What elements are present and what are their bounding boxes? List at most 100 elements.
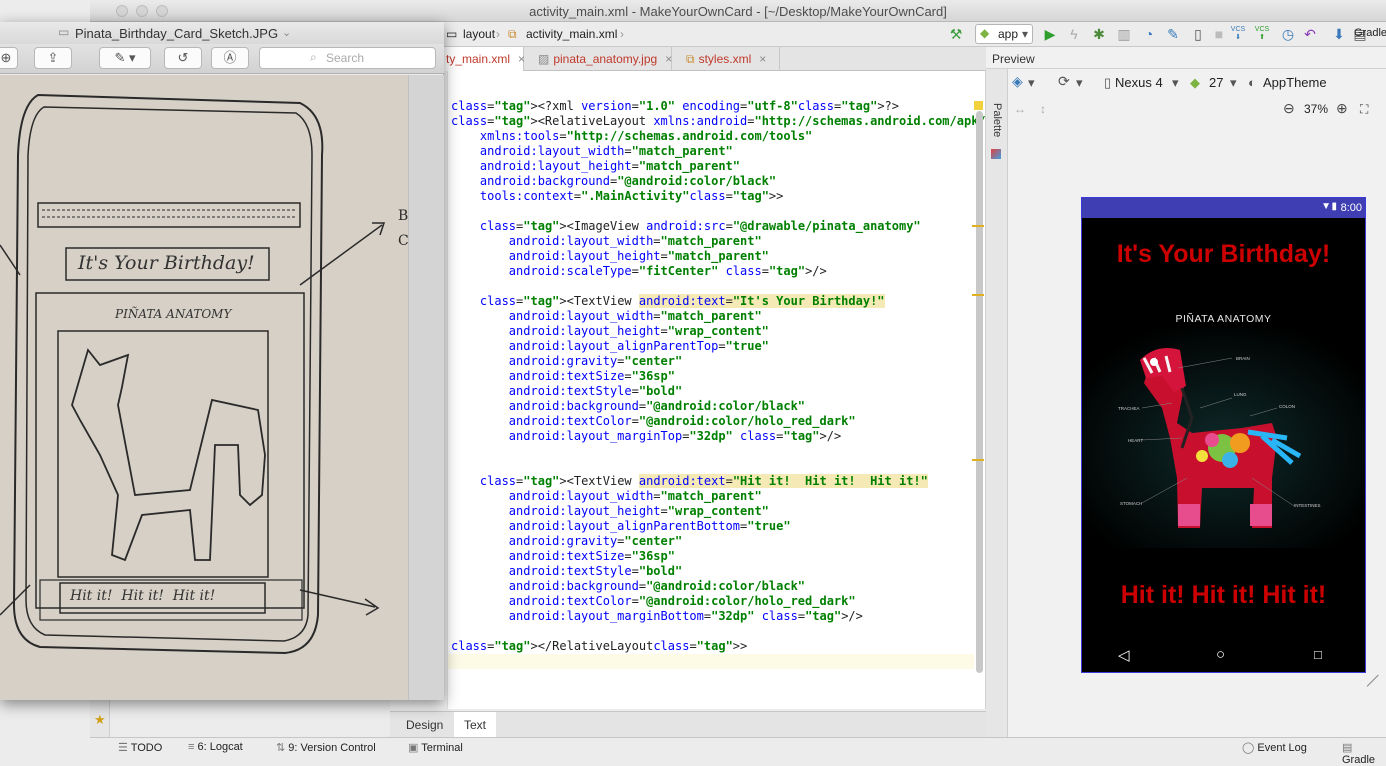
pinata-anatomy-image[interactable] [1082, 328, 1365, 548]
chevron-down-icon[interactable]: ⌄ [282, 26, 291, 39]
revert-icon[interactable]: ↶ [1302, 26, 1318, 42]
tab-design[interactable]: Design [396, 712, 453, 737]
apply-changes-icon[interactable]: ϟ [1066, 26, 1082, 42]
debug-icon[interactable]: ✱ [1091, 26, 1107, 42]
coverage-icon[interactable]: ▥ [1116, 26, 1132, 42]
home-icon[interactable]: ○ [1216, 646, 1225, 663]
tab-text[interactable]: Text [454, 712, 497, 737]
image-viewer-window: ▭ Pinata_Birthday_Card_Sketch.JPG ⌄ ⊕ ⇪ … [0, 22, 444, 700]
image-viewer-title: Pinata_Birthday_Card_Sketch.JPG [75, 26, 279, 41]
event-log-icon: ◯ [1242, 742, 1258, 754]
markup-button[interactable]: ✎ ▾ [99, 47, 151, 69]
sketch-photo[interactable]: B C It's Your Birthday! PIÑATA ANATOMY H… [0, 75, 408, 700]
warning-marker[interactable] [972, 459, 984, 461]
pinata-label-trachea: TRACHEA [1118, 406, 1140, 411]
profiler-icon[interactable]: ◔ [1141, 26, 1157, 42]
stop-square-icon[interactable]: ■ [1211, 26, 1227, 42]
palette-icon [991, 149, 1001, 159]
android-api-icon: ◆ [1190, 75, 1200, 90]
version-control-tool-button[interactable]: ⇅ 9: Version Control [276, 741, 376, 754]
chevron-down-icon: ▾ [1021, 27, 1028, 41]
tool-window-bar: ☰ TODO ≡ 6: Logcat ⇅ 9: Version Control … [90, 737, 1386, 766]
editor-tab-bar: ty_main.xml × ▨ pinata_anatomy.jpg × ⧉ style… [390, 47, 986, 71]
build-hammer-icon[interactable]: ⚒ [948, 26, 964, 42]
zoom-in-button[interactable]: ⊕ [0, 47, 18, 69]
todo-tool-button[interactable]: ☰ TODO [118, 741, 162, 754]
terminal-tool-button[interactable]: ▣ Terminal [408, 741, 463, 754]
chevron-down-icon: ▾ [1076, 75, 1083, 90]
zoom-in-icon[interactable]: ⊕ [1336, 100, 1348, 117]
image-viewer-toolbar: ⊕ ⇪ ✎ ▾ ↺ Ⓐ ⌕ Search [0, 44, 444, 74]
chevron-down-icon: ▾ [1028, 75, 1035, 90]
chevron-down-icon: ▾ [1230, 75, 1237, 90]
favorites-strip: ★ [90, 700, 110, 737]
warning-marker[interactable] [972, 225, 984, 227]
zoom-out-icon[interactable]: ⊖ [1283, 100, 1295, 117]
battery-icon: ▮ [1331, 201, 1337, 212]
layers-icon[interactable]: ◈ [1012, 73, 1023, 90]
pinata-label-lung: LUNG [1234, 392, 1247, 397]
svg-text:B: B [398, 208, 408, 224]
preview-zoom-toolbar: ↔ ↕ ⊖ 37% ⊕ ⛶ [1008, 97, 1386, 121]
back-icon[interactable]: ◁ [1118, 646, 1130, 664]
tab-activity-main[interactable]: ty_main.xml × [440, 47, 525, 71]
image-viewer-search[interactable]: ⌕ Search [259, 47, 436, 69]
annotate-button[interactable]: Ⓐ [211, 47, 249, 69]
gradle-icon: ▤ [1342, 742, 1353, 754]
gradle-console-button[interactable]: ▤ Gradle [1342, 741, 1386, 766]
pinata-label-heart: HEART [1128, 438, 1144, 443]
zoom-fit-icon[interactable]: ⛶ [1360, 102, 1368, 117]
chevron-down-icon: ▾ [1172, 75, 1179, 90]
recents-icon[interactable]: □ [1314, 647, 1322, 662]
breadcrumb-separator: › [620, 27, 624, 41]
editor-scrollbar[interactable] [976, 111, 983, 673]
resize-horizontal-icon[interactable]: ↔ [1014, 102, 1026, 116]
pinata-label-stomach: STOMACH [1120, 501, 1143, 506]
close-tab-icon[interactable]: × [518, 52, 525, 66]
stop-icon[interactable]: ▯ [1190, 26, 1206, 42]
vcs-commit-icon[interactable]: VCS ⬆ [1254, 26, 1270, 42]
preview-header: Preview [986, 47, 1386, 69]
run-icon[interactable]: ▶ [1042, 26, 1058, 42]
event-log-button[interactable]: ◯ Event Log [1242, 741, 1307, 754]
attach-debugger-icon[interactable]: ✎ [1165, 26, 1181, 42]
api-level-select[interactable]: 27 [1209, 75, 1223, 90]
warning-marker[interactable] [972, 294, 984, 296]
sdk-manager-icon[interactable]: ⬇ [1331, 26, 1347, 42]
star-icon[interactable]: ★ [94, 712, 106, 728]
phone-status-bar: ▼ ▮ 8:00 [1082, 198, 1365, 218]
close-tab-icon[interactable]: × [759, 52, 766, 66]
studio-titlebar: activity_main.xml - MakeYourOwnCard - [~… [90, 0, 1386, 22]
run-config-select[interactable]: app ▾ ◆ [975, 24, 1033, 44]
gradle-tab[interactable]: Gradle [1354, 27, 1386, 39]
theme-select[interactable]: AppTheme [1263, 75, 1327, 90]
preview-toolbar: ◈ ▾ ⟳ ▾ ▯ Nexus 4 ▾ ◆ 27 ▾ ◐ AppTheme [1008, 70, 1386, 95]
close-tab-icon[interactable]: × [665, 52, 672, 66]
tab-pinata-anatomy[interactable]: ▨ pinata_anatomy.jpg × [532, 47, 672, 71]
breadcrumb-activity-main[interactable]: activity_main.xml [526, 27, 617, 41]
phone-preview[interactable]: ▼ ▮ 8:00 It's Your Birthday! PIÑATA ANAT… [1081, 197, 1366, 673]
history-icon[interactable]: ◷ [1280, 26, 1296, 42]
svg-text:C: C [398, 233, 408, 249]
share-button[interactable]: ⇪ [34, 47, 72, 69]
image-file-icon: ▨ [538, 52, 550, 66]
wifi-icon: ▼ [1321, 201, 1331, 212]
inspection-status-icon[interactable] [974, 101, 983, 110]
device-select[interactable]: Nexus 4 [1115, 75, 1163, 90]
vcs-update-icon[interactable]: VCS ⬇ [1230, 26, 1246, 42]
phone-nav-bar: ◁ ○ □ [1082, 638, 1365, 672]
palette-tab[interactable]: Palette [991, 103, 1003, 153]
palette-strip: Palette [986, 69, 1008, 737]
rotate-button[interactable]: ↺ [164, 47, 202, 69]
tab-styles[interactable]: ⧉ styles.xml × [680, 47, 780, 71]
code-editor[interactable]: class="tag"><?xml version="1.0" encoding… [390, 71, 1072, 709]
resize-vertical-icon[interactable]: ↕ [1040, 102, 1046, 116]
birthday-text[interactable]: It's Your Birthday! [1082, 240, 1365, 269]
breadcrumb-layout[interactable]: layout [463, 27, 495, 41]
hit-it-text[interactable]: Hit it! Hit it! Hit it! [1082, 581, 1365, 610]
logcat-tool-button[interactable]: ≡ 6: Logcat [188, 741, 243, 753]
phone-clock: 8:00 [1340, 202, 1362, 214]
pinata-label-brain: BRAIN [1236, 356, 1250, 361]
vcs-icon: ⇅ [276, 742, 289, 754]
orientation-icon[interactable]: ⟳ [1058, 73, 1070, 90]
